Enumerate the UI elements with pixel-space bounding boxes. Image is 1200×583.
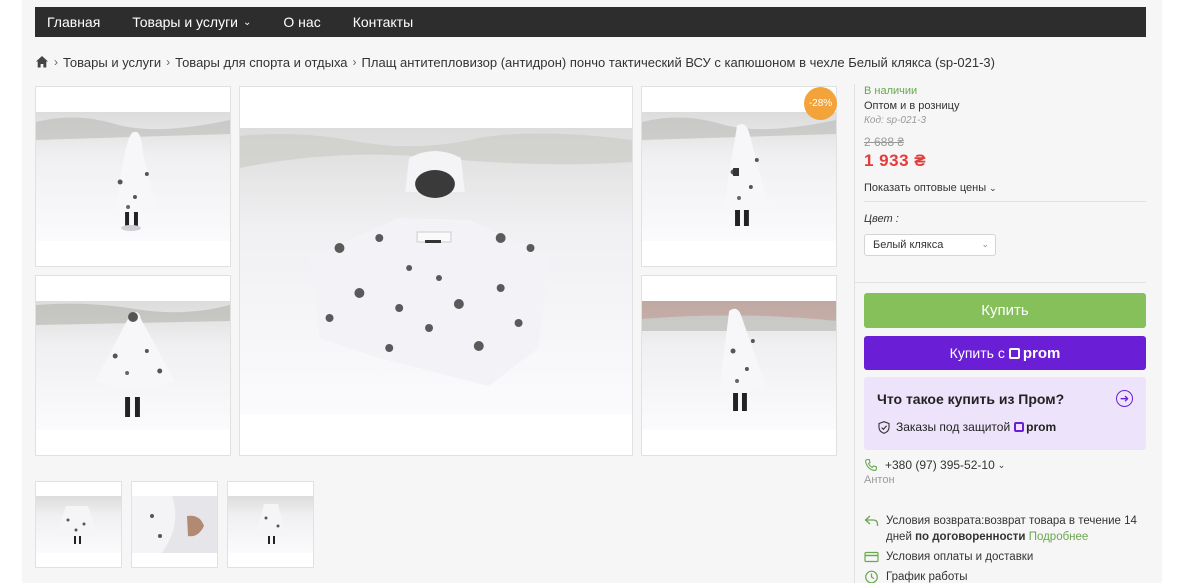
- nav-item-contacts[interactable]: Контакты: [340, 7, 426, 37]
- prom-protection: Заказы под защитой prom: [878, 420, 1056, 434]
- divider: [864, 201, 1146, 202]
- prom-info-box[interactable]: Что такое купить из Пром? ➜ Заказы под з…: [864, 377, 1146, 450]
- divider: [855, 282, 1146, 283]
- nav-label: Контакты: [352, 14, 414, 30]
- nav-item-home[interactable]: Главная: [35, 7, 113, 37]
- gallery-thumbnail[interactable]: [227, 481, 314, 568]
- discount-badge: -28%: [804, 87, 837, 120]
- color-label: Цвет :: [864, 213, 899, 225]
- breadcrumb-link[interactable]: Товары для спорта и отдыха: [175, 55, 347, 70]
- product-photo: [642, 112, 836, 241]
- color-select[interactable]: Белый клякса ⌄: [864, 234, 996, 256]
- breadcrumb: › Товары и услуги › Товары для спорта и …: [35, 52, 995, 72]
- schedule-label: График работы: [886, 571, 968, 583]
- nav-label: Товары и услуги: [132, 14, 238, 30]
- prom-logo-text: prom: [1026, 420, 1057, 434]
- color-select-value: Белый клякса: [873, 239, 944, 251]
- protection-label: Заказы под защитой: [896, 420, 1011, 434]
- nav-label: Главная: [47, 14, 101, 30]
- breadcrumb-separator: ›: [54, 55, 58, 69]
- chevron-down-icon: ⌄: [981, 239, 989, 249]
- nav-item-products[interactable]: Товары и услуги ⌄: [119, 7, 264, 37]
- gallery-thumbnail[interactable]: [131, 481, 218, 568]
- page-margin-left: [0, 0, 22, 583]
- sale-type: Оптом и в розницу: [864, 100, 960, 112]
- gallery-image[interactable]: [35, 86, 231, 267]
- gallery-image[interactable]: [35, 275, 231, 456]
- phone-number: +380 (97) 395-52-10: [885, 458, 995, 472]
- chevron-down-icon: ⌄: [243, 16, 252, 28]
- product-page: Главная Товары и услуги ⌄ О нас Контакты …: [0, 0, 1200, 583]
- current-price: 1 933 ₴: [864, 151, 927, 170]
- payment-delivery-link[interactable]: Условия оплаты и доставки: [864, 549, 1033, 565]
- return-text-line1: Условия возврата:возврат товара в течени…: [886, 515, 1137, 527]
- card-icon: [864, 551, 879, 563]
- breadcrumb-separator: ›: [166, 55, 171, 69]
- return-icon: [864, 515, 879, 526]
- wholesale-label: Показать оптовые цены: [864, 182, 987, 194]
- buy-with-prom-label: Купить с: [949, 345, 1005, 361]
- chevron-down-icon: ⌄: [997, 459, 1006, 470]
- clock-icon: [865, 570, 878, 583]
- product-photo: [642, 301, 836, 430]
- schedule-link[interactable]: График работы: [864, 569, 968, 583]
- return-conditions: Условия возврата:возврат товара в течени…: [864, 513, 1137, 545]
- nav-label: О нас: [283, 14, 321, 30]
- main-product-image[interactable]: [239, 86, 633, 456]
- prom-logo-text: prom: [1022, 344, 1061, 362]
- top-nav: Главная Товары и услуги ⌄ О нас Контакты: [35, 7, 1146, 37]
- shield-check-icon: [878, 420, 890, 434]
- buy-with-prom-button[interactable]: Купить с prom: [864, 336, 1146, 370]
- availability-status: В наличии: [864, 85, 918, 97]
- thumbnail-photo: [132, 496, 217, 553]
- gallery-thumbnail[interactable]: [35, 481, 122, 568]
- return-days: дней: [886, 531, 912, 543]
- thumbnail-photo: [36, 496, 121, 553]
- page-margin-right: [1162, 0, 1200, 583]
- return-text-line2: дней по договоренности Подробнее: [886, 529, 1137, 545]
- return-terms: по договоренности: [915, 531, 1026, 543]
- product-photo: [36, 112, 230, 241]
- product-photo: [240, 128, 632, 414]
- breadcrumb-current: Плащ антитепловизор (антидрон) пончо так…: [361, 54, 995, 70]
- prom-info-question: Что такое купить из Пром?: [877, 391, 1065, 407]
- arrow-right-circle-icon[interactable]: ➜: [1116, 390, 1133, 407]
- prom-logo-icon: [1014, 422, 1025, 432]
- breadcrumb-separator: ›: [352, 55, 357, 69]
- chevron-down-icon: ⌄: [989, 183, 997, 193]
- phone-dropdown[interactable]: +380 (97) 395-52-10 ⌄: [864, 458, 1005, 472]
- buy-button[interactable]: Купить: [864, 293, 1146, 328]
- old-price: 2 688 ₴: [864, 135, 905, 149]
- payment-delivery-label: Условия оплаты и доставки: [886, 551, 1034, 563]
- thumbnail-photo: [228, 496, 313, 553]
- phone-icon: [865, 458, 877, 471]
- nav-item-about[interactable]: О нас: [270, 7, 333, 37]
- contact-name: Антон: [864, 474, 895, 486]
- column-divider: [854, 84, 855, 583]
- gallery-image[interactable]: [641, 275, 837, 456]
- home-icon[interactable]: [35, 55, 49, 69]
- product-code: Код: sp-021-3: [864, 115, 927, 126]
- breadcrumb-link[interactable]: Товары и услуги: [63, 55, 161, 70]
- prom-logo-icon: [1008, 347, 1020, 359]
- return-more-link[interactable]: Подробнее: [1029, 531, 1089, 543]
- product-photo: [36, 301, 230, 430]
- wholesale-prices-toggle[interactable]: Показать оптовые цены ⌄: [864, 182, 997, 194]
